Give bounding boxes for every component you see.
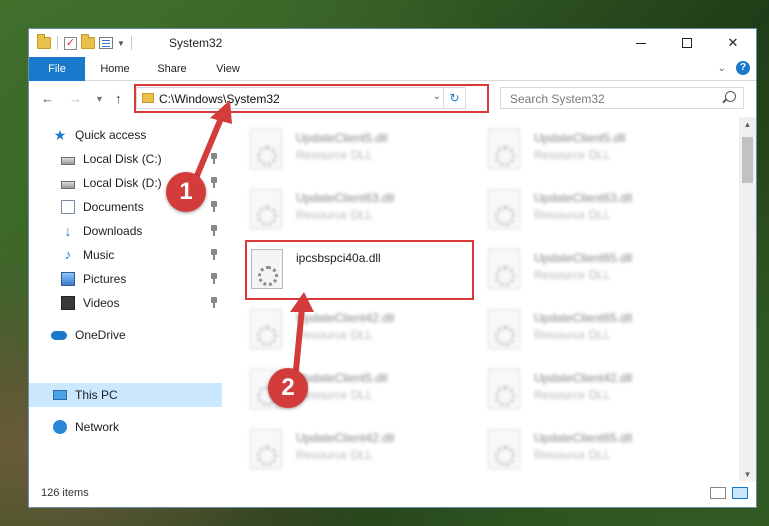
callout-2: 2 [268,368,308,408]
callout-1: 1 [166,172,206,212]
arrow-2 [290,292,314,373]
annotation-arrows [193,100,314,373]
arrow-1 [193,100,232,181]
